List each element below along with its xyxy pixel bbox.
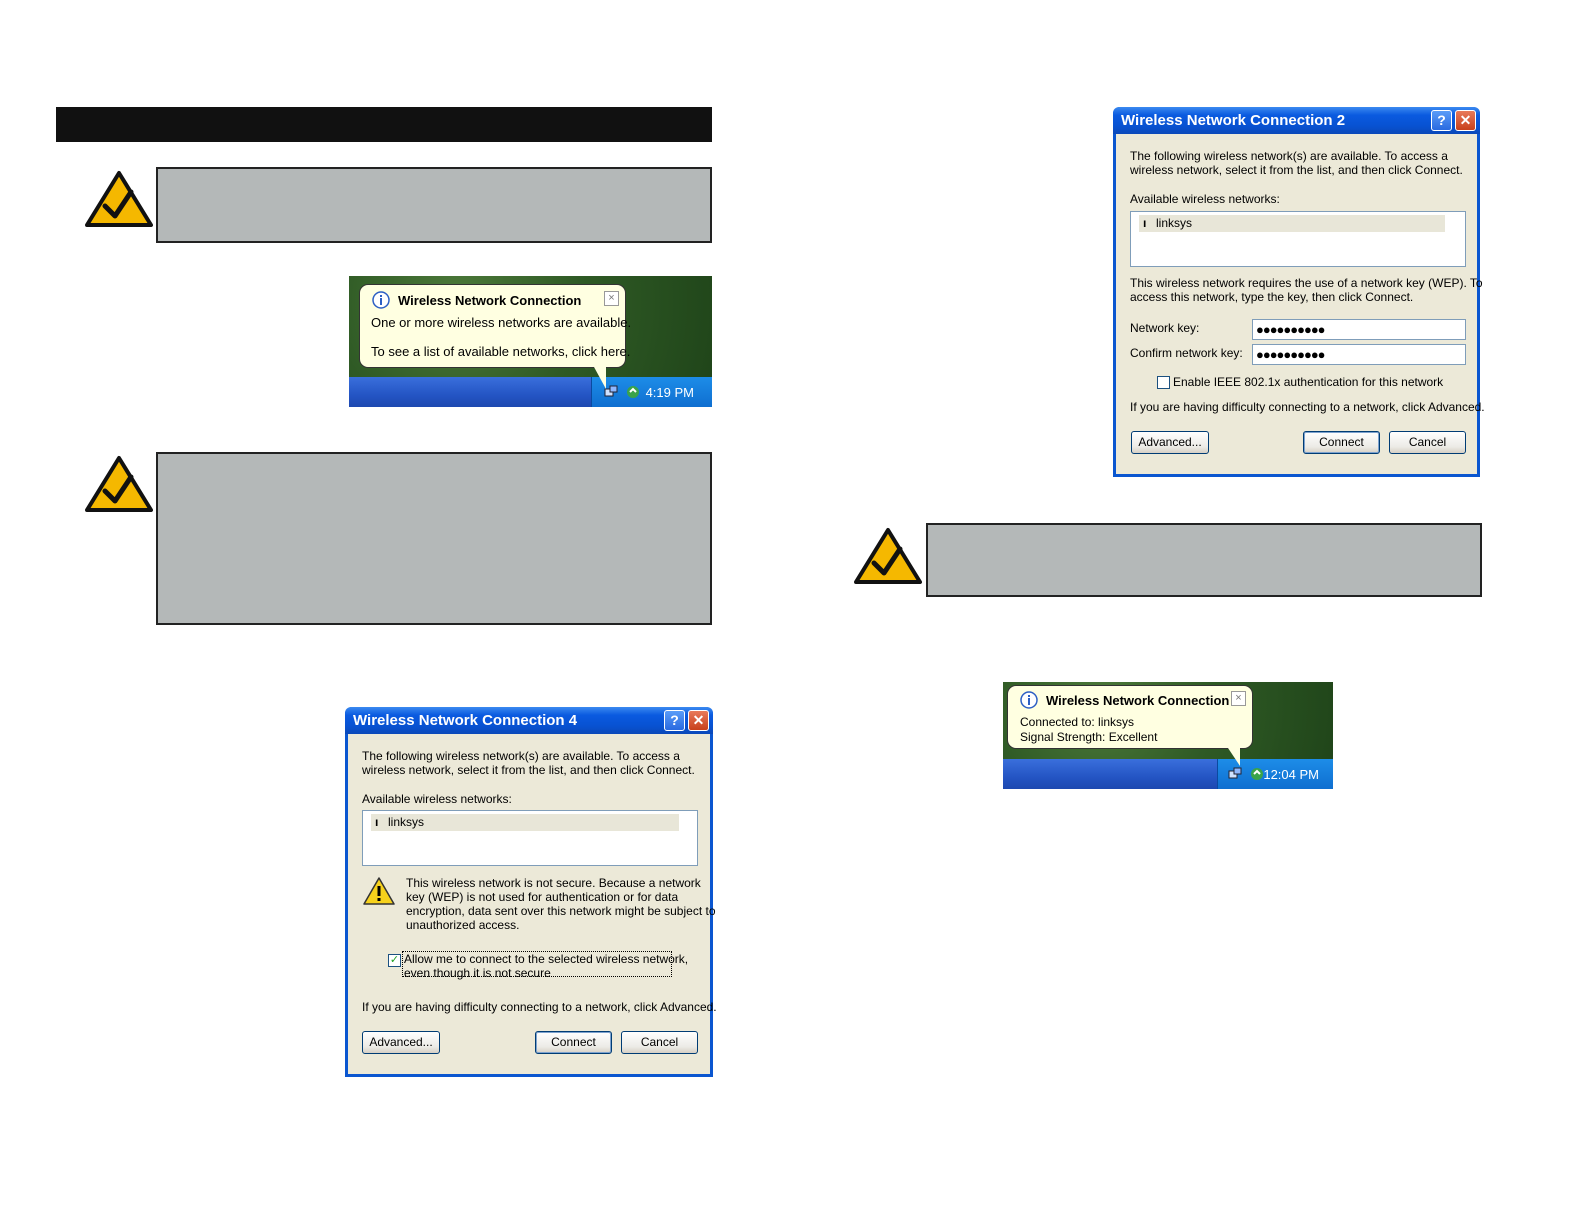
advanced-button[interactable]: Advanced...: [1131, 431, 1209, 454]
available-networks-label: Available wireless networks:: [362, 792, 512, 806]
dialog-titlebar[interactable]: Wireless Network Connection 2 ? ✕: [1113, 107, 1480, 134]
dialog-body: The following wireless network(s) are av…: [1116, 134, 1485, 474]
intro-text-line1: The following wireless network(s) are av…: [362, 749, 680, 763]
warning-text-line2: key (WEP) is not used for authentication…: [406, 890, 679, 904]
network-list-item[interactable]: ı linksys: [1139, 215, 1445, 232]
networks-listbox[interactable]: ı linksys: [362, 810, 698, 866]
close-button[interactable]: ✕: [1455, 110, 1476, 131]
balloon-close-button[interactable]: ×: [1231, 691, 1246, 706]
connect-button[interactable]: Connect: [535, 1031, 612, 1054]
antenna-icon: ı: [1143, 216, 1147, 230]
security-warning-icon: [363, 877, 395, 905]
network-activity-tray-icon[interactable]: [1250, 767, 1264, 781]
advanced-button[interactable]: Advanced...: [362, 1031, 440, 1054]
dialog-title: Wireless Network Connection 2: [1121, 112, 1346, 129]
wireless-connection-4-dialog: Wireless Network Connection 4 ? ✕ The fo…: [345, 707, 717, 1077]
network-key-input[interactable]: ●●●●●●●●●●: [1252, 319, 1466, 340]
available-networks-label: Available wireless networks:: [1130, 192, 1280, 206]
connect-button[interactable]: Connect: [1303, 431, 1380, 454]
network-activity-tray-icon[interactable]: [626, 385, 640, 399]
allow-insecure-checkbox[interactable]: ✓: [388, 954, 401, 967]
balloon-title: Wireless Network Connection: [1046, 693, 1230, 708]
allow-insecure-label-line1[interactable]: Allow me to connect to the selected wire…: [404, 952, 688, 966]
tray-clock: 12:04 PM: [1263, 767, 1319, 782]
balloon-message: One or more wireless networks are availa…: [371, 315, 632, 330]
cancel-button[interactable]: Cancel: [1389, 431, 1466, 454]
intro-text-line1: The following wireless network(s) are av…: [1130, 149, 1448, 163]
notification-balloon[interactable]: Wireless Network Connection × One or mor…: [359, 284, 631, 368]
system-tray: 4:19 PM: [591, 377, 712, 407]
section-header-bar: [56, 107, 712, 142]
network-name: linksys: [1156, 216, 1193, 230]
note-check-icon: [854, 528, 922, 584]
balloon-link-text[interactable]: To see a list of available networks, cli…: [371, 344, 630, 359]
balloon-close-button[interactable]: ×: [604, 291, 619, 306]
difficulty-text: If you are having difficulty connecting …: [362, 1000, 717, 1014]
confirm-key-input[interactable]: ●●●●●●●●●●: [1252, 344, 1466, 365]
intro-text-line2: wireless network, select it from the lis…: [362, 763, 695, 777]
network-key-label: Network key:: [1130, 321, 1200, 335]
desktop-notification-screenshot: 4:19 PM Wireless Network Connection × On…: [349, 276, 712, 407]
networks-listbox[interactable]: ı linksys: [1130, 211, 1466, 267]
wireless-network-tray-icon[interactable]: [604, 385, 618, 399]
intro-text-line2: wireless network, select it from the lis…: [1130, 163, 1463, 177]
help-button[interactable]: ?: [664, 710, 685, 731]
note-check-icon: [85, 456, 153, 512]
dialog-titlebar[interactable]: Wireless Network Connection 4 ? ✕: [345, 707, 713, 734]
note-box: [156, 167, 712, 243]
desktop-connected-screenshot: 12:04 PM Wireless Network Connection × C…: [1003, 682, 1333, 789]
close-button[interactable]: ✕: [688, 710, 709, 731]
balloon-tail: [594, 367, 606, 389]
connected-to-text: Connected to: linksys: [1020, 715, 1135, 729]
cancel-button[interactable]: Cancel: [621, 1031, 698, 1054]
network-name: linksys: [388, 815, 425, 829]
tray-clock: 4:19 PM: [645, 385, 694, 400]
wireless-connection-2-dialog: Wireless Network Connection 2 ? ✕ The fo…: [1113, 107, 1485, 477]
wep-text-line2: access this network, type the key, then …: [1130, 290, 1414, 304]
info-icon: [372, 291, 390, 309]
info-icon: [1020, 691, 1038, 709]
ieee-8021x-label[interactable]: Enable IEEE 802.1x authentication for th…: [1173, 375, 1443, 389]
ieee-8021x-checkbox[interactable]: [1157, 376, 1170, 389]
signal-strength-text: Signal Strength: Excellent: [1020, 730, 1158, 744]
note-check-icon: [85, 171, 153, 227]
wireless-network-tray-icon[interactable]: [1228, 767, 1242, 781]
dialog-body: The following wireless network(s) are av…: [348, 734, 717, 1074]
warning-text-line4: unauthorized access.: [406, 918, 520, 932]
network-list-item[interactable]: ı linksys: [371, 814, 679, 831]
notification-balloon[interactable]: Wireless Network Connection × Connected …: [1007, 685, 1253, 749]
allow-insecure-label-line2[interactable]: even though it is not secure: [404, 966, 551, 980]
warning-text-line1: This wireless network is not secure. Bec…: [406, 876, 701, 890]
warning-text-line3: encryption, data sent over this network …: [406, 904, 716, 918]
help-button[interactable]: ?: [1431, 110, 1452, 131]
wep-text-line1: This wireless network requires the use o…: [1130, 276, 1483, 290]
note-box: [156, 452, 712, 625]
antenna-icon: ı: [375, 815, 379, 829]
difficulty-text: If you are having difficulty connecting …: [1130, 400, 1485, 414]
note-box: [926, 523, 1482, 597]
balloon-tail: [1228, 748, 1240, 766]
confirm-key-label: Confirm network key:: [1130, 346, 1243, 360]
balloon-title: Wireless Network Connection: [398, 293, 582, 308]
dialog-title: Wireless Network Connection 4: [353, 712, 578, 729]
